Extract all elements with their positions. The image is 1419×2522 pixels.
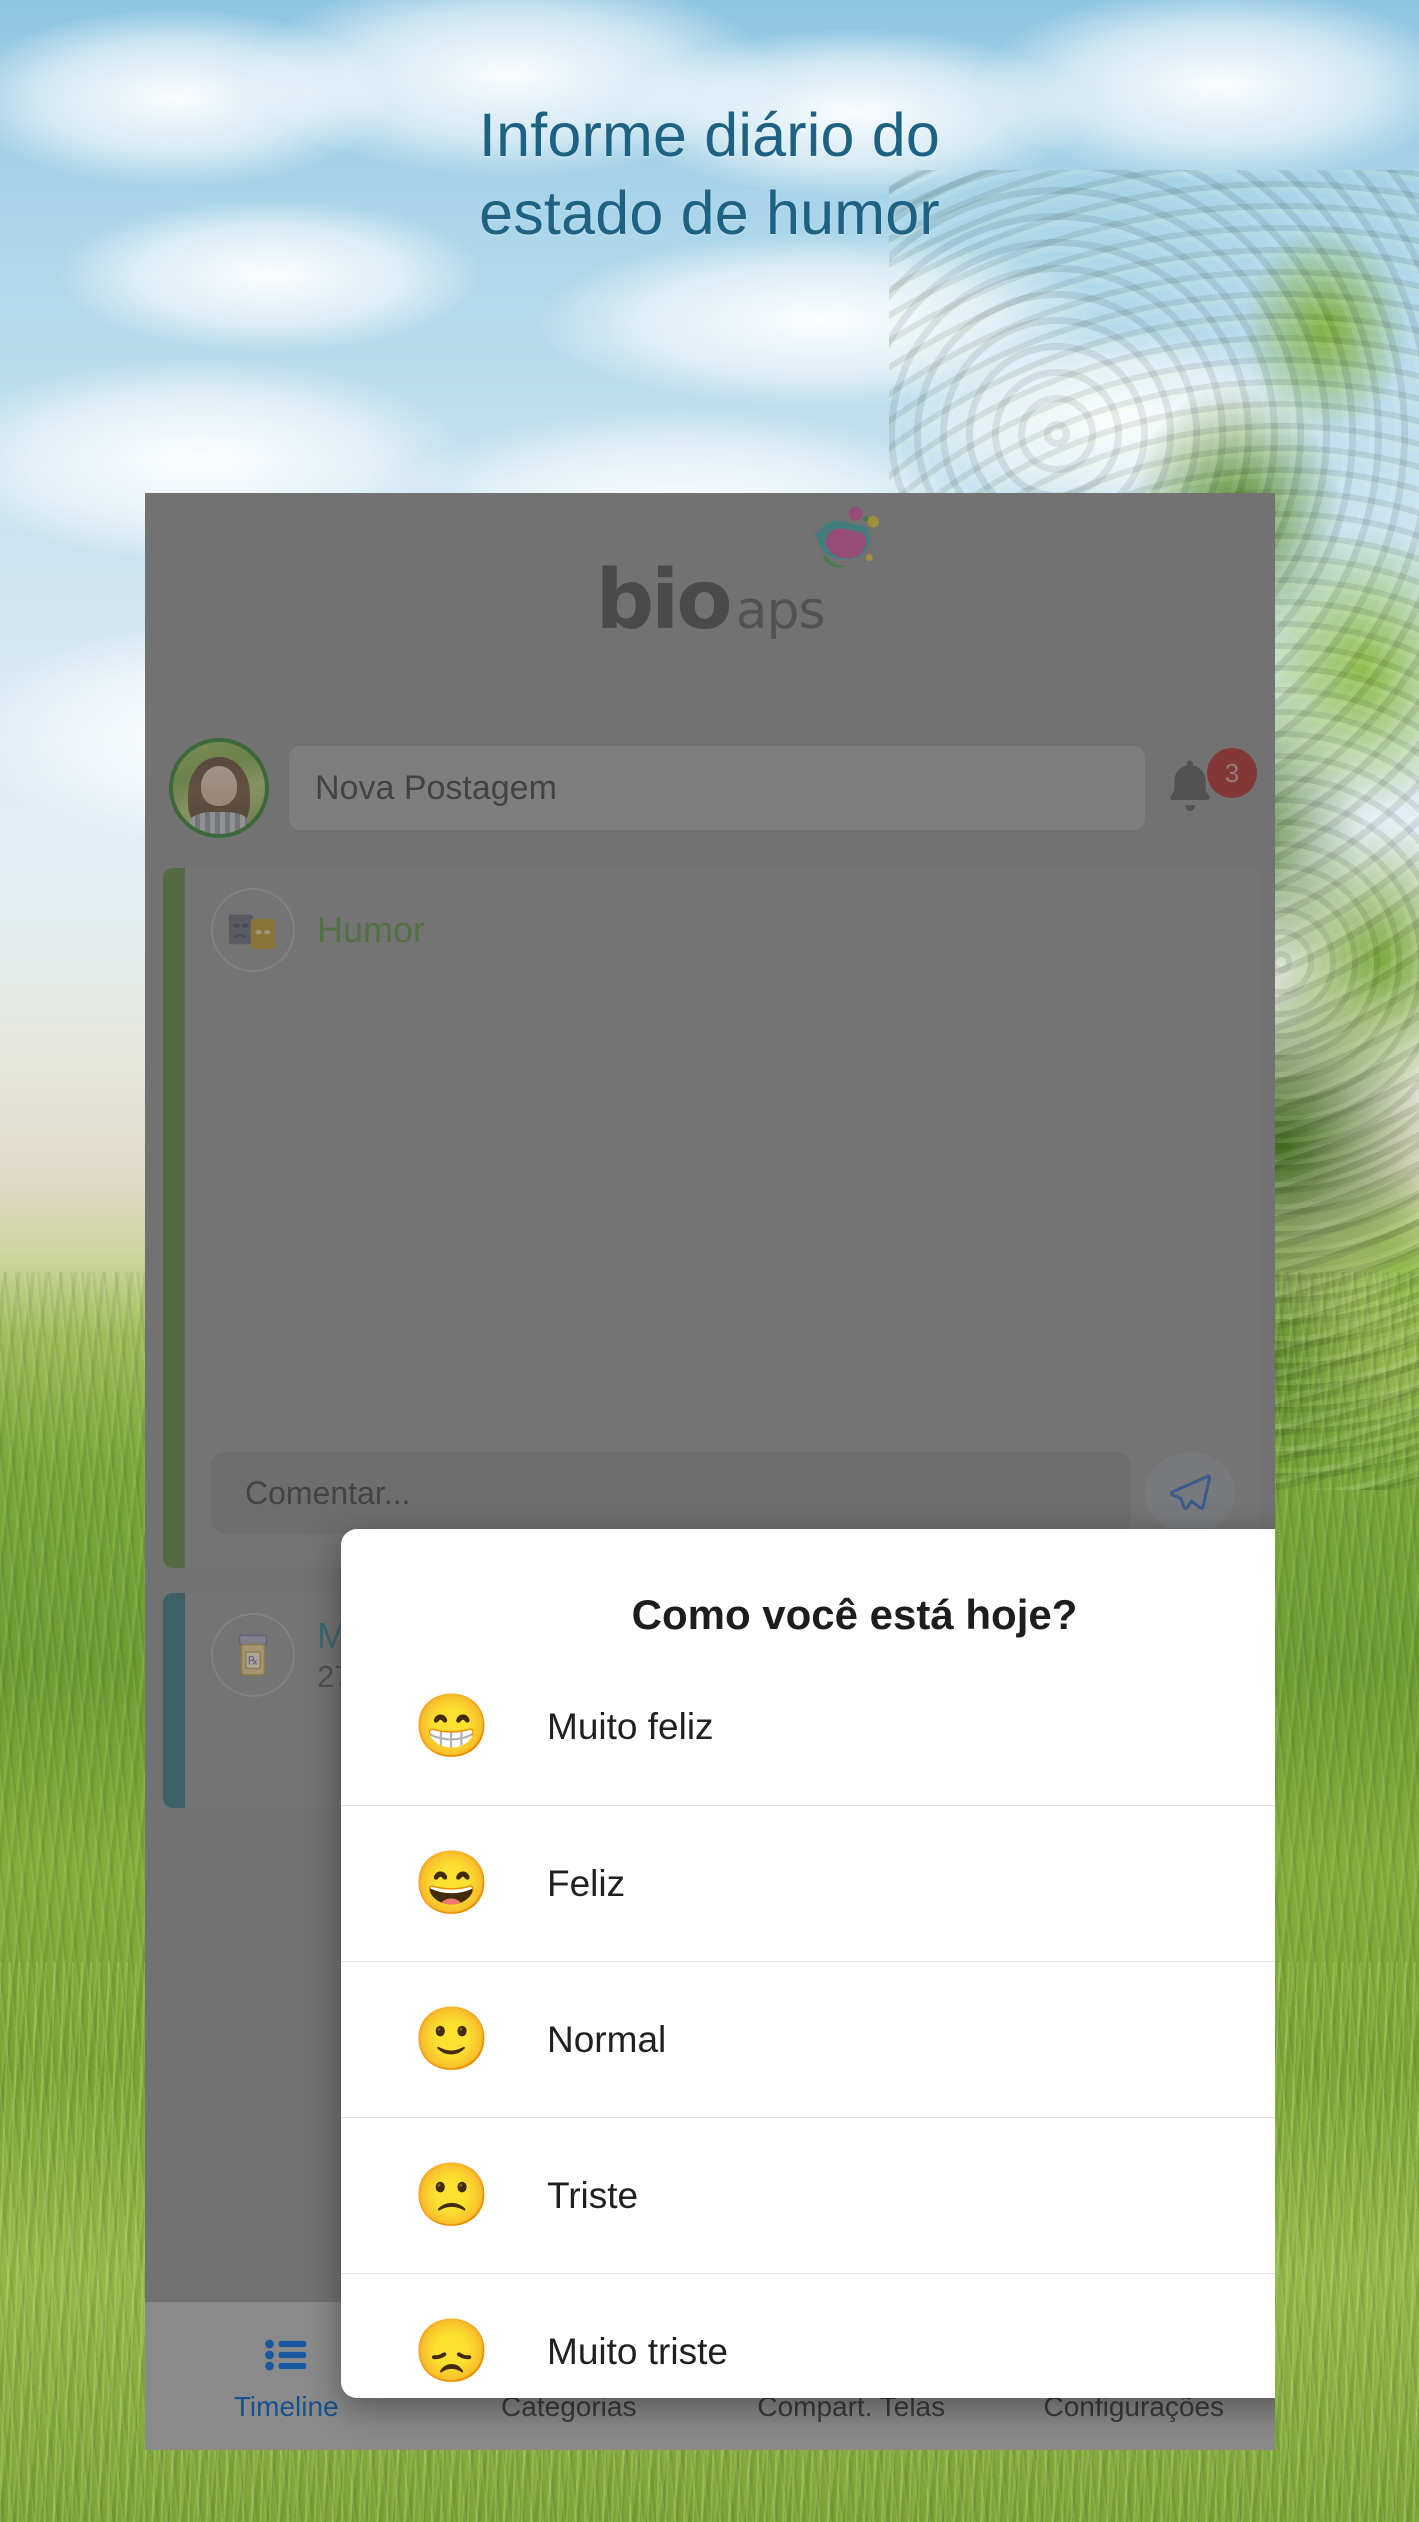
mood-option-triste[interactable]: 🙁 Triste: [341, 2117, 1275, 2273]
mood-option-label: Normal: [547, 2018, 667, 2060]
mood-option-muito-feliz[interactable]: 😁 Muito feliz: [341, 1649, 1275, 1805]
grinning-face-with-open-mouth-icon: 😄: [413, 1848, 491, 1918]
page-title-line1: Informe diário do: [478, 101, 941, 169]
slightly-smiling-face-icon: 🙂: [413, 2004, 491, 2074]
slightly-frowning-face-icon: 🙁: [413, 2160, 491, 2230]
mood-option-label: Feliz: [547, 1862, 626, 1904]
mood-dialog: Como você está hoje? 😁 Muito feliz 😄 Fel…: [341, 1529, 1275, 2398]
page-title: Informe diário do estado de humor: [0, 96, 1419, 252]
grinning-face-with-smiling-eyes-icon: 😁: [413, 1692, 491, 1761]
mood-option-label: Muito triste: [547, 2330, 728, 2372]
nav-label-timeline: Timeline: [233, 2391, 339, 2422]
mood-option-feliz[interactable]: 😄 Feliz: [341, 1805, 1275, 1961]
disappointed-face-icon: 😞: [413, 2316, 491, 2386]
app-screen: bio aps: [145, 493, 1275, 2450]
list-icon: [264, 2329, 308, 2381]
page-title-line2: estado de humor: [479, 179, 940, 248]
page-background: Informe diário do estado de humor bio ap…: [0, 0, 1419, 2522]
mood-option-normal[interactable]: 🙂 Normal: [341, 1961, 1275, 2117]
dialog-title: Como você está hoje?: [631, 1591, 1078, 1638]
mood-option-label: Triste: [547, 2174, 639, 2216]
mood-option-label: Muito feliz: [547, 1706, 714, 1747]
mood-option-muito-triste[interactable]: 😞 Muito triste: [341, 2273, 1275, 2398]
